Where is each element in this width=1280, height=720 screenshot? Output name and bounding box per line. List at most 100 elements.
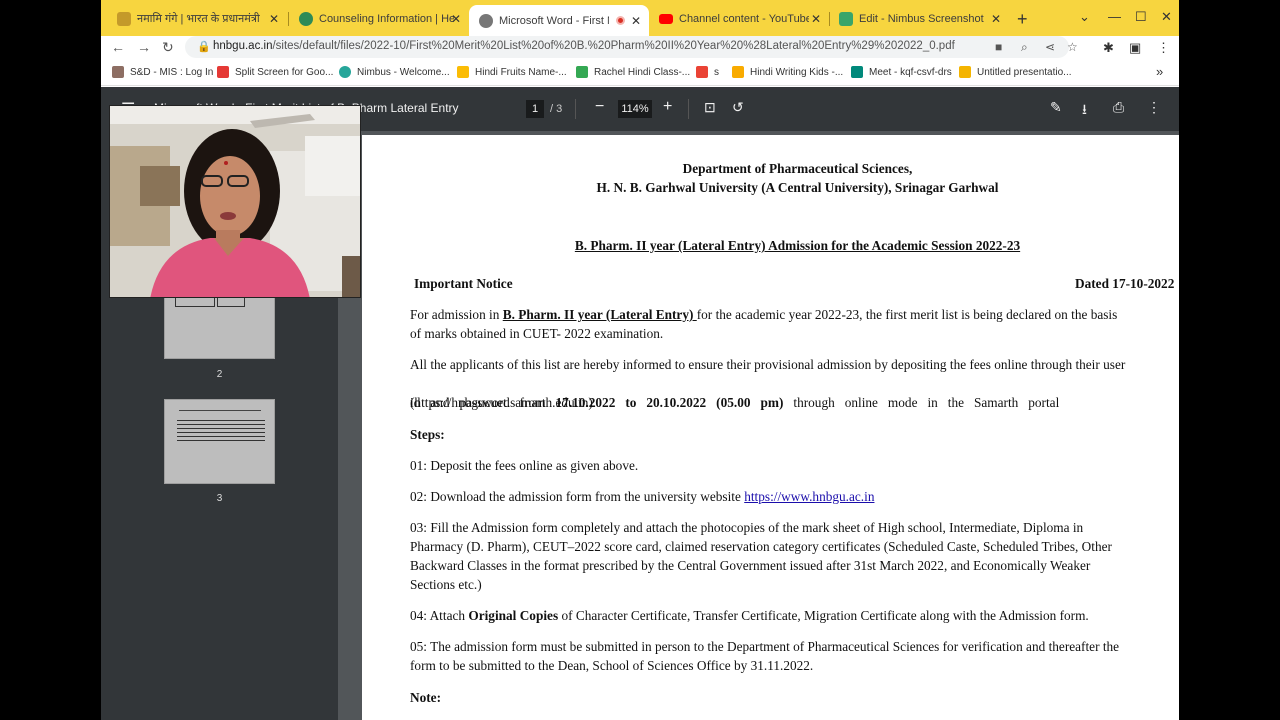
youtube-icon: [659, 13, 673, 24]
tab-label: Counseling Information | Hem: [319, 12, 454, 25]
tab-counseling[interactable]: Counseling Information | Hem ✕: [289, 5, 469, 32]
page-number-input[interactable]: 1: [526, 100, 544, 118]
tab-namami-gange[interactable]: नमामि गंगे | भारत के प्रधानमंत्री ✕: [107, 5, 287, 32]
zoom-out-button[interactable]: −: [595, 98, 604, 116]
slides-icon: [959, 66, 971, 78]
globe-icon: [479, 13, 493, 28]
url-text: hnbgu.ac.in/sites/default/files/2022-10/…: [213, 40, 955, 52]
bookmark-label: Hindi Fruits Name-...: [475, 66, 567, 78]
bookmarks-overflow-button[interactable]: »: [1156, 64, 1163, 79]
more-options-icon[interactable]: ⋮: [1147, 99, 1161, 116]
para-1-line-2: of marks obtained in CUET- 2022 examinat…: [410, 326, 664, 341]
drive-icon: [457, 66, 469, 78]
thumb-line: [177, 420, 265, 442]
new-tab-button[interactable]: +: [1017, 9, 1028, 30]
rotate-icon[interactable]: ↺: [732, 99, 744, 116]
classroom-icon: [696, 66, 708, 78]
bookmark-item[interactable]: S&D - MIS : Log In: [112, 66, 213, 78]
page-total: / 3: [550, 103, 563, 115]
step-02: 02: Download the admission form from the…: [410, 487, 874, 506]
notice-label: Important Notice: [414, 276, 513, 291]
bookmark-item[interactable]: Meet - kqf-csvf-drs: [851, 66, 952, 78]
p1-course: B. Pharm. II year (Lateral Entry): [502, 307, 697, 322]
zoom-in-button[interactable]: +: [663, 98, 672, 116]
annotate-pen-icon[interactable]: ✎: [1050, 99, 1062, 116]
reload-button[interactable]: ↻: [162, 39, 174, 56]
bookmark-star-icon[interactable]: ☆: [1067, 40, 1078, 54]
share-icon[interactable]: ⋖: [1045, 40, 1055, 54]
maximize-button[interactable]: ☐: [1135, 9, 1147, 25]
bookmark-icon: [112, 66, 124, 78]
step-04-text: 04: Attach: [410, 608, 469, 623]
close-tab-icon[interactable]: ✕: [451, 12, 461, 26]
toolbar-divider: [575, 99, 576, 119]
admission-heading-text: B. Pharm. II year (Lateral Entry) Admiss…: [574, 238, 1021, 253]
bookmark-item[interactable]: Hindi Fruits Name-...: [457, 66, 567, 78]
zoom-level-input[interactable]: 114%: [618, 100, 652, 118]
side-panel-icon[interactable]: ▣: [1129, 40, 1141, 56]
note-heading: Note:: [410, 690, 442, 705]
bookmark-item[interactable]: Hindi Writing Kids -...: [732, 66, 843, 78]
extensions-icon[interactable]: ✱: [1103, 40, 1114, 56]
zoom-icon[interactable]: ⌕: [1021, 40, 1028, 55]
thumbnail-number: 2: [216, 369, 223, 380]
close-window-button[interactable]: ✕: [1161, 9, 1172, 25]
bookmark-icon: [217, 66, 229, 78]
emblem-icon: [117, 11, 131, 26]
tab-search-icon[interactable]: ⌄: [1079, 9, 1090, 25]
step-02-text: 02: Download the admission form from the…: [410, 489, 745, 504]
close-tab-icon[interactable]: ✕: [991, 12, 1001, 26]
bookmark-label: S&D - MIS : Log In: [130, 66, 214, 78]
step-03-line-1: 03: Fill the Admission form completely a…: [410, 520, 1084, 535]
print-icon[interactable]: ⎙: [1113, 99, 1124, 116]
tab-microsoft-word-pdf[interactable]: Microsoft Word - First Me ✕: [469, 5, 649, 36]
recording-dot-icon: [616, 16, 625, 25]
step-04-text: of Character Certificate, Transfer Certi…: [558, 608, 1089, 623]
close-tab-icon[interactable]: ✕: [811, 12, 821, 26]
address-bar[interactable]: 🔒 hnbgu.ac.in/sites/default/files/2022-1…: [185, 36, 1078, 58]
pdf-viewer[interactable]: Department of Pharmaceutical Sciences, H…: [338, 131, 1179, 720]
tab-youtube-studio[interactable]: Channel content - YouTube St ✕: [649, 5, 829, 32]
bookmark-item[interactable]: Split Screen for Goo...: [217, 66, 333, 78]
bookmark-item[interactable]: Untitled presentatio...: [959, 66, 1072, 78]
step-04-bold: Original Copies: [468, 608, 559, 623]
tab-nimbus-edit[interactable]: Edit - Nimbus Screenshot ✕: [829, 5, 1009, 32]
notice-date: Dated 17-10-2022: [1075, 276, 1175, 291]
step-05-line-2: form to be submitted to the Dean, School…: [410, 658, 814, 673]
close-tab-icon[interactable]: ✕: [269, 12, 279, 26]
bookmark-label: Hindi Writing Kids -...: [750, 66, 844, 78]
url-path: /sites/default/files/2022-10/First%20Mer…: [272, 40, 955, 52]
tab-label: Channel content - YouTube St: [679, 12, 809, 25]
webcam-overlay: [109, 105, 361, 298]
url-host: hnbgu.ac.in: [213, 40, 273, 52]
bookmark-item[interactable]: Rachel Hindi Class-...: [576, 66, 690, 78]
back-button[interactable]: ←: [111, 39, 125, 55]
university-icon: [299, 11, 313, 26]
university-heading: H. N. B. Garhwal University (A Central U…: [596, 180, 999, 195]
tab-label: नमामि गंगे | भारत के प्रधानमंत्री: [137, 13, 260, 25]
bookmark-item[interactable]: s: [696, 66, 719, 78]
download-icon[interactable]: ⭳: [1082, 99, 1087, 123]
close-tab-icon[interactable]: ✕: [631, 14, 641, 28]
bookmark-label: s: [714, 66, 719, 78]
forward-button[interactable]: →: [137, 39, 151, 55]
bookmarks-bar: S&D - MIS : Log In Split Screen for Goo.…: [101, 60, 1179, 86]
minimize-button[interactable]: —: [1108, 9, 1121, 24]
para-1-line-1: For admission in B. Pharm. II year (Late…: [410, 305, 1117, 324]
p2-text: through online mode in the Samarth porta…: [783, 395, 1060, 410]
toolbar-divider: [688, 99, 689, 119]
bookmark-item[interactable]: Nimbus - Welcome...: [339, 66, 450, 78]
page-thumbnail-3[interactable]: [164, 399, 275, 484]
camera-off-icon[interactable]: ■: [995, 40, 1002, 54]
thumbnail-number: 3: [216, 493, 223, 504]
admission-heading: B. Pharm. II year (Lateral Entry) Admiss…: [362, 236, 1179, 255]
step-05-line-1: 05: The admission form must be submitted…: [410, 639, 1120, 654]
step-01: 01: Deposit the fees online as given abo…: [410, 458, 639, 473]
meet-icon: [851, 66, 863, 78]
university-website-link[interactable]: https://www.hnbgu.ac.in: [744, 489, 874, 504]
fit-page-icon[interactable]: ⊡: [704, 99, 716, 116]
menu-kebab-icon[interactable]: ⋮: [1157, 40, 1170, 56]
step-03-line-2: Pharmacy (D. Pharm), CEUT–2022 score car…: [410, 539, 1112, 554]
bookmark-icon: [339, 66, 351, 78]
navigation-bar: ← → ↻ 🔒 hnbgu.ac.in/sites/default/files/…: [101, 36, 1179, 60]
